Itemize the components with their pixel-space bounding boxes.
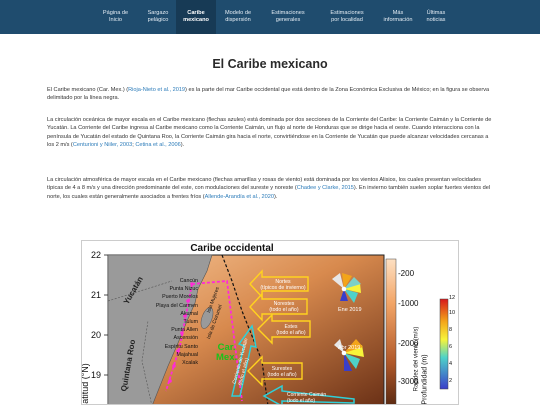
wind-label-line: (típicos de invierno) bbox=[260, 285, 306, 291]
wind-label-surestes: Surestes (todo el año) bbox=[262, 366, 302, 378]
nav-label: Estimaciones bbox=[271, 10, 305, 17]
top-navbar: Página de Inicio Sargazo pelágico Caribe me… bbox=[0, 0, 540, 34]
carmex-label: Car. Mex. bbox=[216, 343, 237, 363]
text-span: ). bbox=[180, 142, 185, 149]
place-label: Cancún bbox=[179, 278, 198, 284]
nav-label: información bbox=[383, 17, 413, 23]
lat-tick-label: 19 bbox=[91, 370, 102, 380]
lat-axis-ticks bbox=[104, 254, 108, 376]
nav-label: noticias bbox=[426, 17, 446, 23]
wind-label-line: (todo el año) bbox=[276, 330, 306, 336]
nav-item-sargazo[interactable]: Sargazo pelágico bbox=[140, 0, 176, 34]
citation-link[interactable]: Chadee y Clarke, 2015 bbox=[297, 185, 354, 191]
citation-link[interactable]: Allende-Arandía et al., 2020 bbox=[205, 194, 274, 200]
wind-label-norestes: Norestes (todo el año) bbox=[262, 301, 306, 313]
nav-label: Página de bbox=[102, 10, 129, 17]
carmex-line: Mex. bbox=[216, 352, 238, 363]
atmospheric-circulation-paragraph: La circulación atmosférica de mayor esca… bbox=[47, 176, 495, 201]
citation-link[interactable]: Rioja-Nieto et al., 2019 bbox=[128, 87, 185, 93]
wind-rose-label: Ene 2019 bbox=[338, 307, 362, 313]
nav-label: Caribe bbox=[187, 10, 205, 17]
place-label: Punta Nizuc bbox=[169, 286, 198, 293]
depth-tick-label: -1000 bbox=[398, 299, 419, 308]
nav-item-estimaciones-localidad[interactable]: Estimaciones por localidad bbox=[316, 0, 378, 34]
speed-colorbar bbox=[439, 298, 449, 390]
speed-tick-label: 6 bbox=[449, 344, 453, 350]
citation-link[interactable]: Cetina et al., 2006 bbox=[135, 142, 180, 148]
nav-item-mas-informacion[interactable]: Más información bbox=[378, 0, 418, 34]
depth-colorbar bbox=[385, 258, 397, 404]
current-label-caiman: Corriente Caimán (todo el año) bbox=[287, 392, 326, 404]
lat-tick-label: 22 bbox=[91, 250, 102, 260]
text-span: ). bbox=[274, 193, 278, 200]
ocean-circulation-paragraph: La circulación oceánica de mayor escala … bbox=[47, 116, 495, 150]
place-label: Akumal bbox=[180, 310, 198, 317]
nav-label: Últimas bbox=[426, 10, 446, 17]
page-title: El Caribe mexicano bbox=[212, 57, 328, 71]
nav-label: generales bbox=[275, 17, 301, 23]
depth-axis-label: Profundidad (m) bbox=[421, 354, 429, 405]
wind-label-estes: Estes (todo el año) bbox=[272, 324, 310, 336]
lat-tick-label: 20 bbox=[91, 330, 102, 340]
intro-paragraph: El Caribe mexicano (Car. Mex.) (Rioja-Ni… bbox=[47, 86, 495, 103]
nav-label: pelágico bbox=[147, 17, 169, 23]
citation-link[interactable]: Centurioni y Niiler, 2003 bbox=[73, 142, 132, 148]
nav-label: Estimaciones bbox=[330, 10, 364, 17]
nav-label: por localidad bbox=[331, 17, 363, 23]
place-label: Playa del Carmen bbox=[155, 302, 198, 309]
speed-tick-label: 12 bbox=[449, 295, 456, 301]
nav-label: Modelo de bbox=[224, 10, 252, 17]
place-labels: Cancún Punta Nizuc Puerto Morelos Playa … bbox=[140, 277, 198, 367]
place-label: Xcalak bbox=[182, 360, 198, 367]
current-label-line: (todo el año) bbox=[287, 398, 316, 404]
speed-tick-label: 8 bbox=[449, 327, 453, 333]
nav-label: dispersión bbox=[225, 17, 251, 23]
nav-item-modelo[interactable]: Modelo de dispersión bbox=[216, 0, 260, 34]
nav-item-caribe[interactable]: Caribe mexicano bbox=[176, 0, 216, 34]
speed-tick-label: 2 bbox=[449, 378, 453, 384]
nav-label: Sargazo bbox=[147, 10, 169, 17]
wind-label-line: (todo el año) bbox=[269, 307, 299, 313]
wind-label-line: (todo el año) bbox=[267, 372, 297, 378]
place-label: Espíritu Santo bbox=[164, 343, 198, 350]
text-span: El Caribe mexicano (Car. Mex.) ( bbox=[47, 87, 129, 93]
lat-axis-label: Latitud (°N) bbox=[81, 363, 90, 404]
caribbean-map-figure: Caribe occidental 22 21 20 19 atitud (°N… bbox=[81, 240, 459, 405]
place-label: Punta Allen bbox=[171, 327, 198, 334]
nav-item-inicio[interactable]: Página de Inicio bbox=[91, 0, 140, 34]
place-label: Tulum bbox=[183, 319, 198, 326]
wind-label-nortes: Nortes (típicos de invierno) bbox=[260, 279, 306, 291]
nav-label: mexicano bbox=[183, 17, 209, 23]
nav-label: Inicio bbox=[108, 17, 123, 23]
speed-tick-label: 4 bbox=[449, 361, 453, 367]
place-label: Ascensión bbox=[173, 335, 198, 342]
nav-label: Más bbox=[392, 10, 404, 17]
wind-rose-label: Abr 2019 bbox=[338, 345, 361, 351]
speed-tick-label: 10 bbox=[449, 310, 456, 316]
nav-item-estimaciones-generales[interactable]: Estimaciones generales bbox=[260, 0, 316, 34]
lat-tick-label: 21 bbox=[91, 290, 102, 300]
place-label: Puerto Morelos bbox=[162, 294, 198, 301]
speed-axis-label: Rapidez del viento (m/s) bbox=[413, 326, 420, 392]
place-label: Majahual bbox=[176, 351, 199, 358]
nav-item-ultimas-noticias[interactable]: Últimas noticias bbox=[418, 0, 454, 34]
depth-tick-label: -200 bbox=[398, 269, 415, 278]
